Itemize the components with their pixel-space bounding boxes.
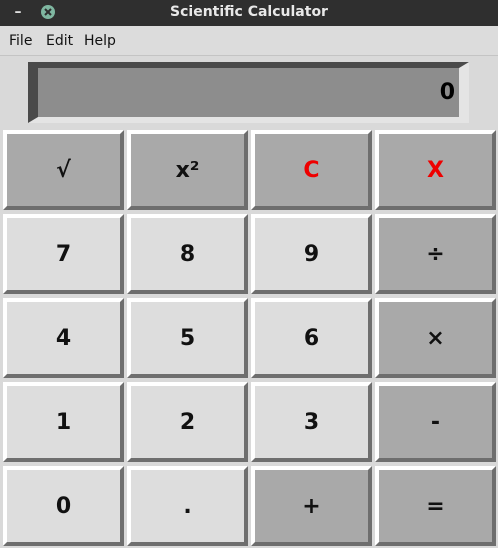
digit-3-button[interactable]: 3: [251, 382, 372, 462]
digit-2-button[interactable]: 2: [127, 382, 248, 462]
menu-file[interactable]: File: [9, 33, 32, 49]
calculator-window: – Scientific Calculator File Edit Help 0…: [0, 0, 498, 548]
window-title: Scientific Calculator: [170, 4, 328, 20]
minus-button[interactable]: -: [375, 382, 496, 462]
exit-button[interactable]: X: [375, 130, 496, 210]
sqrt-button[interactable]: √: [3, 130, 124, 210]
divide-button[interactable]: ÷: [375, 214, 496, 294]
menu-edit[interactable]: Edit: [46, 33, 73, 49]
menu-help[interactable]: Help: [84, 33, 116, 49]
menu-bar: File Edit Help: [0, 26, 498, 56]
digit-1-button[interactable]: 1: [3, 382, 124, 462]
digit-8-button[interactable]: 8: [127, 214, 248, 294]
display-field: 0: [28, 62, 469, 123]
digit-7-button[interactable]: 7: [3, 214, 124, 294]
digit-0-button[interactable]: 0: [3, 466, 124, 546]
decimal-point-button[interactable]: .: [127, 466, 248, 546]
title-bar: – Scientific Calculator: [0, 0, 498, 26]
multiply-button[interactable]: ×: [375, 298, 496, 378]
digit-4-button[interactable]: 4: [3, 298, 124, 378]
display-area: 0: [0, 56, 498, 128]
digit-5-button[interactable]: 5: [127, 298, 248, 378]
clear-button[interactable]: C: [251, 130, 372, 210]
equals-button[interactable]: =: [375, 466, 496, 546]
square-button[interactable]: x²: [127, 130, 248, 210]
plus-button[interactable]: +: [251, 466, 372, 546]
digit-9-button[interactable]: 9: [251, 214, 372, 294]
display-value: 0: [439, 80, 455, 105]
digit-6-button[interactable]: 6: [251, 298, 372, 378]
